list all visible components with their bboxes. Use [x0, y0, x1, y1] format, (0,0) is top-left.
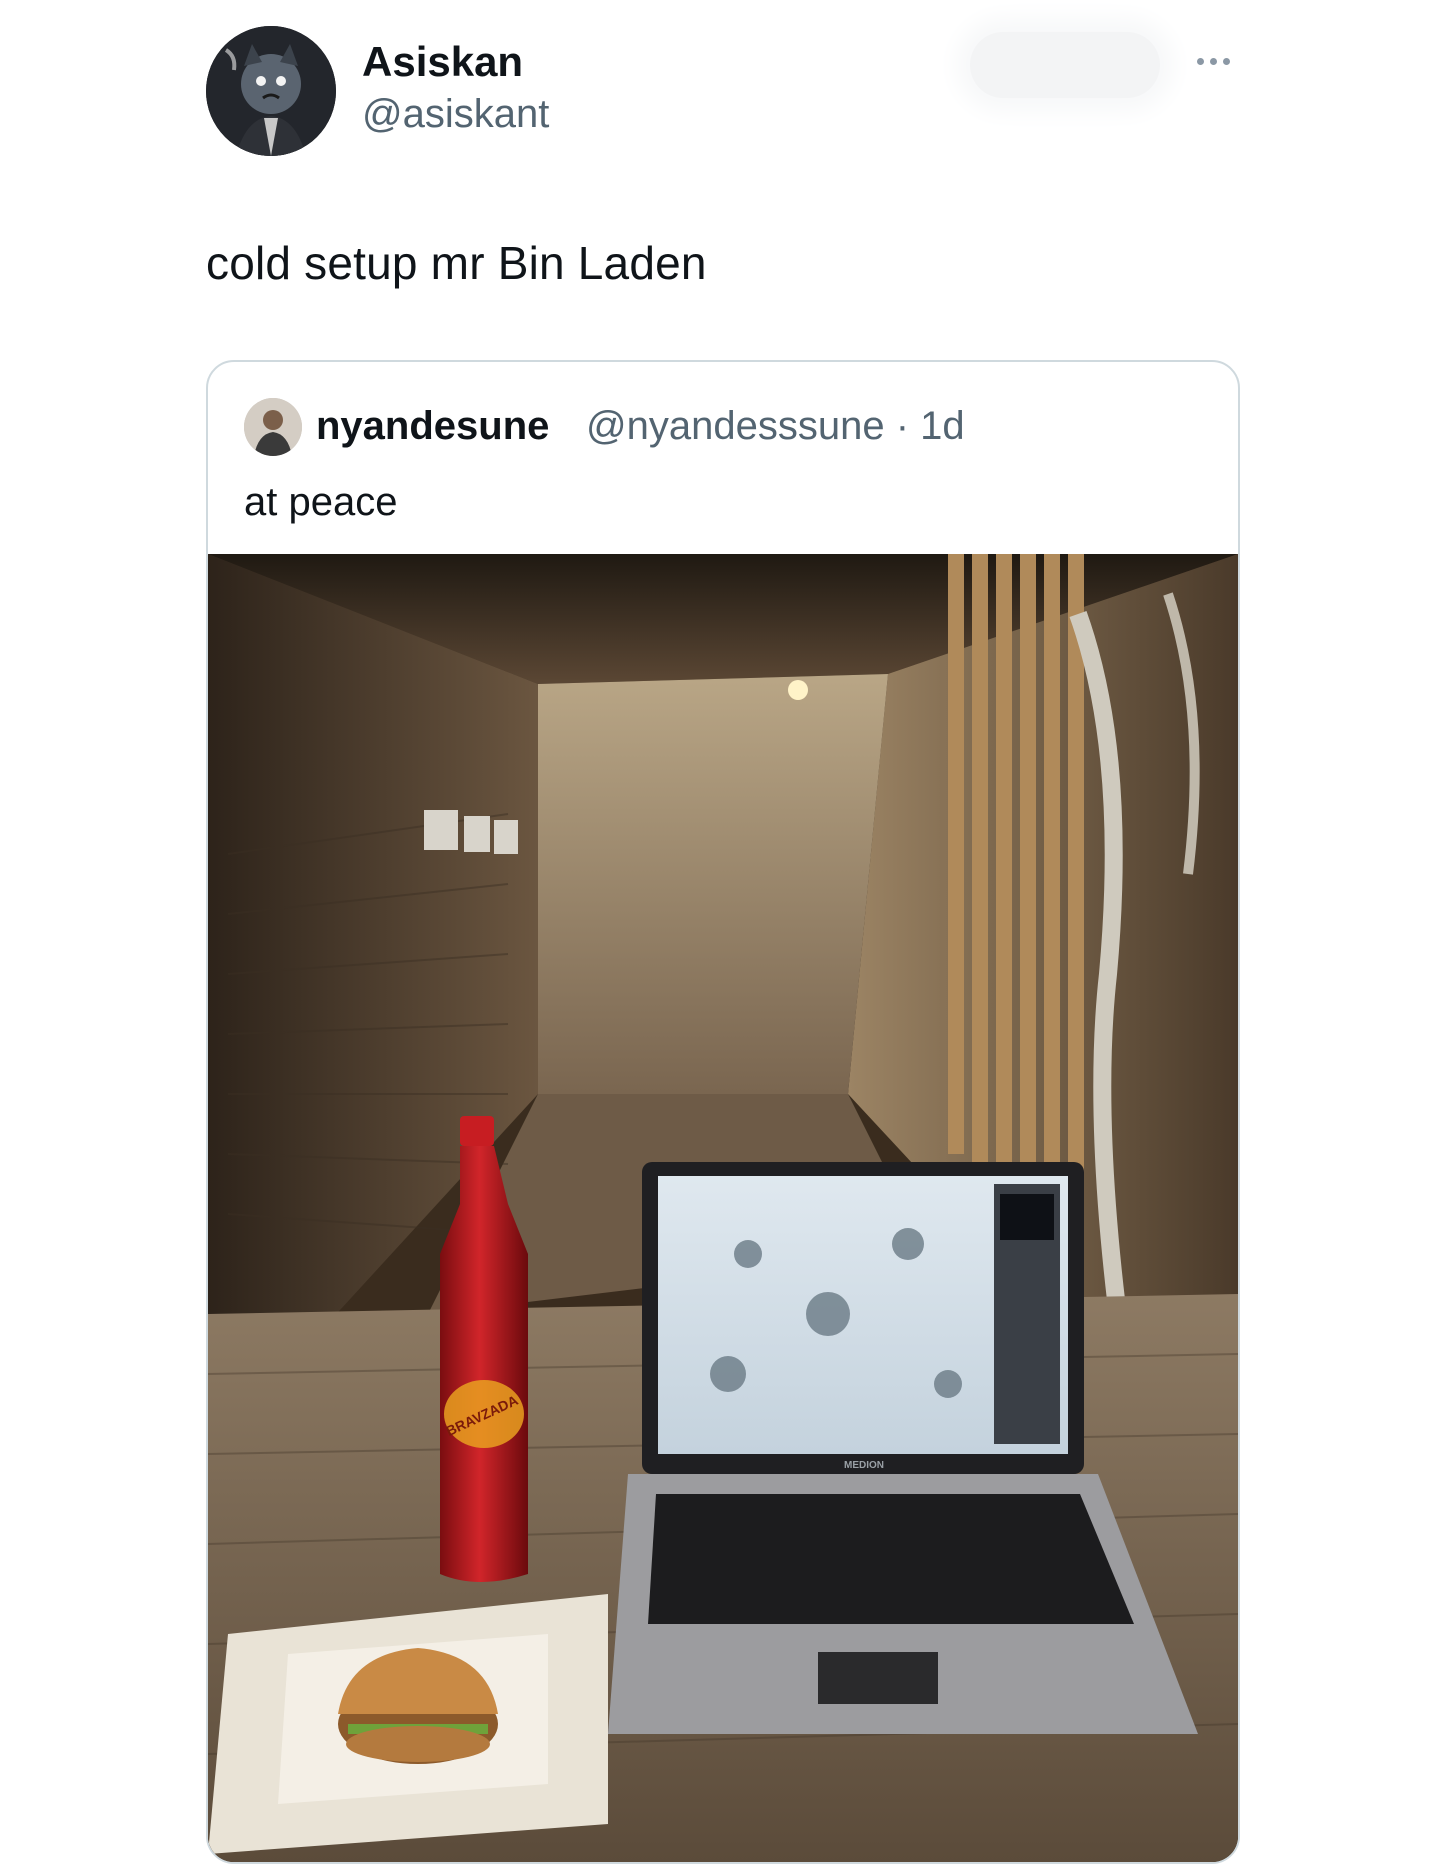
tweet[interactable]: Asiskan @asiskant cold setup mr Bin Lade… — [0, 0, 1440, 1864]
quoted-author-display-name[interactable]: nyandesune — [316, 404, 549, 449]
author-avatar[interactable] — [206, 26, 336, 156]
dot — [1196, 57, 1204, 65]
quoted-tweet-time[interactable]: 1d — [920, 404, 965, 448]
quoted-tweet-photo[interactable]: BRAVZADA MEDION — [208, 554, 1238, 1862]
quoted-author-meta[interactable]: @nyandesssune · 1d — [586, 404, 965, 449]
laptop-touchpad — [818, 1652, 938, 1704]
dot — [1222, 57, 1230, 65]
quoted-author-avatar[interactable] — [244, 398, 302, 456]
laptop-brand: MEDION — [844, 1460, 884, 1471]
more-horizontal-icon[interactable] — [1190, 44, 1236, 78]
meta-separator: · — [895, 404, 910, 448]
follow-button-blurred[interactable] — [970, 32, 1160, 98]
author-handle[interactable]: @asiskant — [362, 92, 549, 137]
tweet-text: cold setup mr Bin Laden — [206, 237, 707, 289]
corridor-back-wall — [538, 674, 888, 1094]
quoted-author-handle[interactable]: @nyandesssune — [586, 404, 885, 448]
dot — [1209, 57, 1217, 65]
quoted-tweet-text: at peace — [244, 480, 398, 524]
quoted-tweet[interactable]: nyandesune @nyandesssune · 1d at peace B… — [206, 360, 1240, 1864]
ceiling-lamp — [788, 680, 808, 700]
plate-with-burger — [208, 1594, 608, 1854]
author-display-name[interactable]: Asiskan — [362, 38, 523, 86]
